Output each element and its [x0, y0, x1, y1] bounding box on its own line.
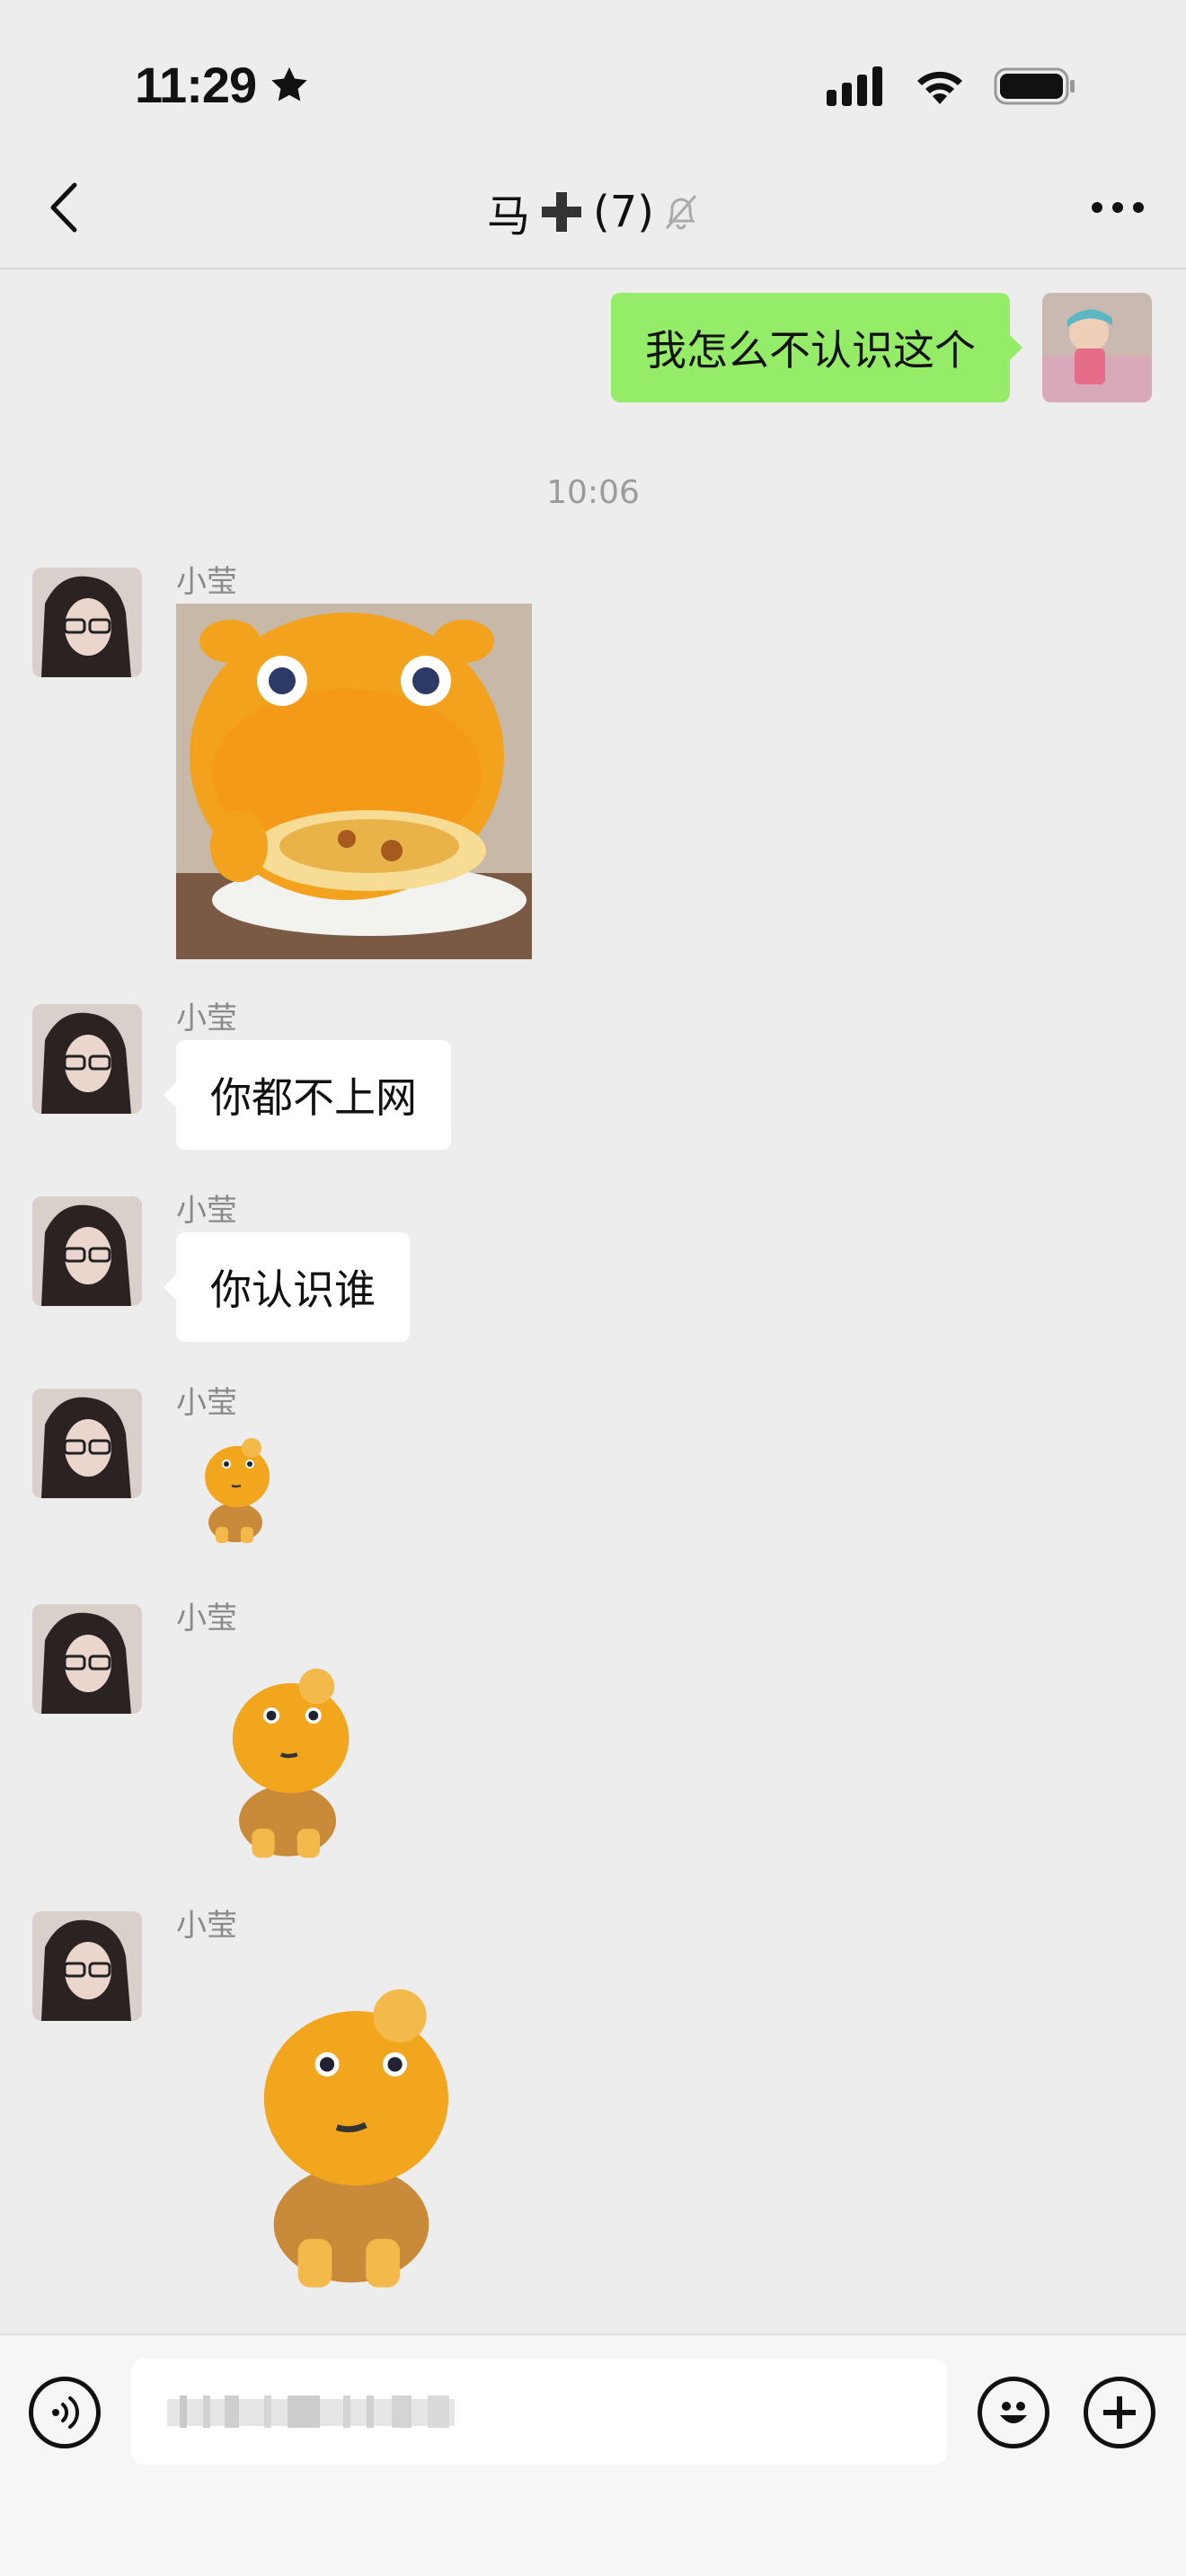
- cellular-signal-icon: [827, 66, 882, 106]
- wifi-icon: [917, 71, 962, 104]
- chat-title: 马 (7): [0, 181, 1186, 243]
- more-functions-button[interactable]: [1084, 2377, 1155, 2448]
- hippo-sticker-icon: [232, 1668, 350, 1858]
- message-input-bar: [0, 2333, 1186, 2576]
- sender-name: 小莹: [176, 1001, 237, 1037]
- member-count: (7): [593, 187, 654, 237]
- chat-title-text: 马: [486, 191, 530, 242]
- chat-header: 马 (7): [0, 148, 1186, 269]
- more-options-button[interactable]: [1082, 181, 1154, 234]
- outgoing-message-bubble[interactable]: 我怎么不认识这个: [611, 293, 1022, 402]
- sender-name: 小莹: [176, 1601, 237, 1636]
- incoming-message-bubble[interactable]: 你都不上网: [164, 1040, 451, 1150]
- sender-avatar[interactable]: [32, 568, 142, 677]
- status-time: 11:29: [135, 56, 310, 114]
- tart-sticker-image: [176, 604, 532, 959]
- sender-avatar[interactable]: [32, 1911, 142, 2021]
- plus-icon: [1103, 2396, 1136, 2429]
- outgoing-message-text: 我怎么不认识这个: [645, 326, 976, 375]
- sender-avatar[interactable]: [32, 1196, 142, 1306]
- hippo-sticker-icon: [263, 1989, 448, 2288]
- sender-name: 小莹: [176, 564, 237, 600]
- sender-name: 小莹: [176, 1385, 237, 1421]
- star-icon: [271, 66, 307, 101]
- incoming-message-text: 你认识谁: [210, 1266, 376, 1314]
- hippo-sticker-icon: [205, 1438, 270, 1543]
- voice-input-button[interactable]: [29, 2377, 101, 2448]
- status-time-text: 11:29: [135, 57, 257, 113]
- status-icons: [827, 66, 1076, 106]
- sender-name: 小莹: [176, 1193, 237, 1229]
- message-timestamp: 10:06: [546, 474, 640, 511]
- mute-bell-icon: [665, 195, 697, 230]
- sender-name: 小莹: [176, 1908, 237, 1944]
- voice-wave-icon: [52, 2396, 79, 2429]
- sender-avatar[interactable]: [32, 1389, 142, 1498]
- sticker-message[interactable]: [190, 1437, 280, 1545]
- sender-avatar[interactable]: [32, 1604, 142, 1714]
- message-text-input[interactable]: [131, 2359, 947, 2465]
- smiley-face-icon: [1000, 2402, 1027, 2423]
- blurred-draft-text: [167, 2395, 455, 2428]
- image-message[interactable]: [176, 604, 532, 959]
- incoming-message-text: 你都不上网: [210, 1073, 417, 1122]
- incoming-message-bubble[interactable]: 你认识谁: [164, 1232, 410, 1342]
- sticker-message[interactable]: [207, 1667, 368, 1861]
- sender-avatar[interactable]: [32, 1004, 142, 1114]
- battery-icon: [994, 67, 1075, 105]
- my-avatar[interactable]: [1042, 293, 1152, 402]
- plus-emoji-icon: [542, 192, 581, 232]
- more-dots-icon: [1092, 202, 1144, 213]
- sticker-message[interactable]: [230, 1987, 473, 2292]
- emoji-button[interactable]: [978, 2377, 1049, 2448]
